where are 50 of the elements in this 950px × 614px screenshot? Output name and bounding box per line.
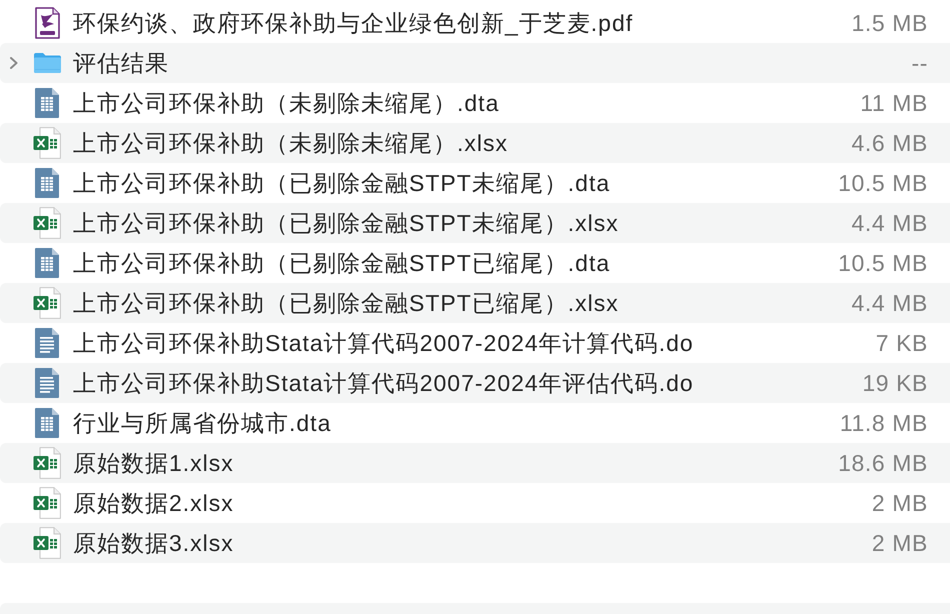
- file-name: 行业与所属省份城市.dta: [73, 408, 332, 438]
- file-name: 上市公司环保补助（未剔除未缩尾）.dta: [73, 88, 500, 118]
- file-name: 上市公司环保补助（已剔除金融STPT未缩尾）.xlsx: [73, 208, 620, 238]
- chevron-right-icon[interactable]: [10, 57, 18, 69]
- file-size: 18.6 MB: [838, 450, 929, 476]
- file-name: 原始数据2.xlsx: [73, 488, 235, 518]
- text-document-icon: [35, 328, 59, 358]
- file-size: 2 MB: [872, 490, 929, 516]
- file-row[interactable]: 上市公司环保补助（已剔除金融STPT未缩尾）.xlsx 4.4 MB: [0, 203, 950, 243]
- file-size: --: [911, 50, 929, 76]
- file-size: 4.6 MB: [852, 130, 929, 156]
- file-name: 原始数据3.xlsx: [73, 528, 235, 558]
- spreadsheet-icon: [33, 207, 61, 239]
- file-name: 上市公司环保补助Stata计算代码2007-2024年计算代码.do: [73, 328, 695, 358]
- file-size: 4.4 MB: [852, 290, 929, 316]
- file-size: 11.8 MB: [840, 410, 929, 436]
- file-row[interactable]: 评估结果 --: [0, 43, 950, 83]
- spreadsheet-icon: [33, 127, 61, 159]
- pdf-file-icon: [34, 7, 60, 39]
- file-size: 10.5 MB: [838, 250, 929, 276]
- file-row[interactable]: 上市公司环保补助（已剔除金融STPT已缩尾）.xlsx 4.4 MB: [0, 283, 950, 323]
- file-size: 19 KB: [862, 370, 929, 396]
- table-document-icon: [35, 168, 59, 198]
- file-row[interactable]: 原始数据1.xlsx 18.6 MB: [0, 443, 950, 483]
- file-name: 上市公司环保补助（已剔除金融STPT未缩尾）.dta: [73, 168, 612, 198]
- table-document-icon: [35, 248, 59, 278]
- file-name: 上市公司环保补助（未剔除未缩尾）.xlsx: [73, 128, 509, 158]
- file-name: 上市公司环保补助（已剔除金融STPT已缩尾）.xlsx: [73, 288, 620, 318]
- folder-icon: [32, 52, 62, 74]
- text-document-icon: [35, 368, 59, 398]
- file-name: 环保约谈、政府环保补助与企业绿色创新_于芝麦.pdf: [73, 8, 634, 38]
- file-size: 7 KB: [876, 330, 929, 356]
- file-size: 2 MB: [872, 530, 929, 556]
- file-size: 11 MB: [860, 90, 929, 116]
- spreadsheet-icon: [33, 527, 61, 559]
- spreadsheet-icon: [33, 447, 61, 479]
- file-row[interactable]: 上市公司环保补助（未剔除未缩尾）.xlsx 4.6 MB: [0, 123, 950, 163]
- file-size: 1.5 MB: [852, 10, 929, 36]
- table-document-icon: [35, 88, 59, 118]
- file-name: 评估结果: [73, 48, 170, 78]
- table-document-icon: [35, 408, 59, 438]
- file-size: 4.4 MB: [852, 210, 929, 236]
- spreadsheet-icon: [33, 287, 61, 319]
- spreadsheet-icon: [33, 487, 61, 519]
- file-name: 原始数据1.xlsx: [73, 448, 235, 478]
- file-name: 上市公司环保补助（已剔除金融STPT已缩尾）.dta: [73, 248, 612, 278]
- file-name: 上市公司环保补助Stata计算代码2007-2024年评估代码.do: [73, 368, 695, 398]
- file-size: 10.5 MB: [838, 170, 929, 196]
- file-row[interactable]: 原始数据3.xlsx 2 MB: [0, 523, 950, 563]
- file-row[interactable]: 上市公司环保补助Stata计算代码2007-2024年评估代码.do 19 KB: [0, 363, 950, 403]
